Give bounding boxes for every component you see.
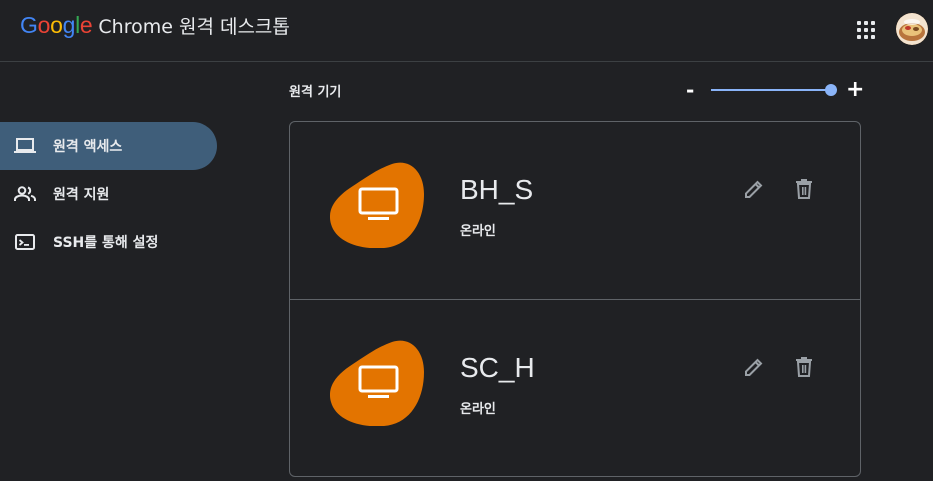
terminal-icon	[14, 231, 36, 253]
device-status: 온라인	[460, 402, 496, 417]
sidebar-nav: 원격 액세스 원격 지원 SSH를 통해 설정	[0, 122, 240, 266]
zoom-slider-track[interactable]	[711, 89, 831, 91]
zoom-slider-thumb[interactable]	[825, 84, 837, 96]
device-name: SC_H	[460, 352, 535, 383]
zoom-control: - +	[686, 77, 864, 104]
delete-icon[interactable]	[792, 355, 816, 379]
account-avatar[interactable]	[896, 13, 928, 45]
device-avatar	[329, 162, 424, 249]
zoom-out-button[interactable]: -	[686, 78, 694, 102]
edit-icon[interactable]	[742, 177, 766, 201]
app-header: Google Chrome 원격 데스크톱	[0, 0, 933, 62]
app-logo[interactable]: Google Chrome 원격 데스크톱	[20, 12, 290, 39]
sidebar-item-remote-access[interactable]: 원격 액세스	[0, 122, 217, 170]
zoom-in-button[interactable]: +	[846, 77, 864, 102]
device-status: 온라인	[460, 224, 496, 239]
device-card[interactable]: BH_S 온라인	[290, 122, 860, 299]
google-wordmark: Google	[20, 12, 93, 38]
section-title: 원격 기기	[289, 85, 342, 100]
google-apps-icon[interactable]	[852, 17, 878, 43]
device-name: BH_S	[460, 174, 534, 205]
sidebar-item-label: 원격 지원	[53, 187, 110, 203]
sidebar-item-ssh-setup[interactable]: SSH를 통해 설정	[0, 218, 217, 266]
product-name: Chrome 원격 데스크톱	[98, 16, 290, 38]
device-list: BH_S 온라인 SC_H 온라인	[289, 121, 861, 477]
laptop-icon	[14, 135, 36, 157]
device-avatar	[329, 340, 424, 427]
edit-icon[interactable]	[742, 355, 766, 379]
device-card[interactable]: SC_H 온라인	[290, 299, 860, 476]
sidebar-item-label: 원격 액세스	[53, 139, 123, 155]
sidebar-item-remote-support[interactable]: 원격 지원	[0, 170, 217, 218]
people-icon	[14, 183, 36, 205]
sidebar-item-label: SSH를 통해 설정	[53, 235, 159, 251]
delete-icon[interactable]	[792, 177, 816, 201]
